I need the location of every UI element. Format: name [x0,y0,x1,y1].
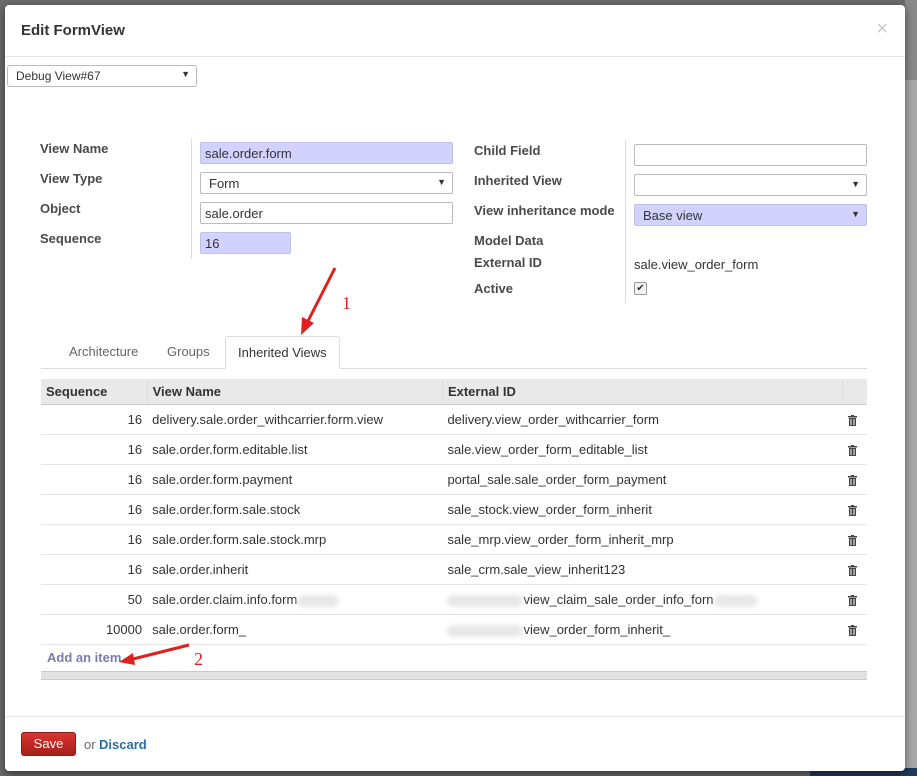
annotation-arrow-1 [305,267,337,324]
backdrop-strip-lower [905,80,917,776]
annotation-arrows [119,267,337,665]
edit-formview-dialog: Edit FormView × Debug View#67 ▼ View Nam… [5,5,905,771]
or-text: or [84,737,96,752]
dialog-footer: Save or Discard [5,716,905,771]
annotation-arrow-2 [132,643,190,661]
annotation-label-2: 2 [194,649,203,669]
annotation-label-1: 1 [342,293,351,313]
save-button[interactable]: Save [21,732,76,756]
discard-link[interactable]: Discard [99,737,147,752]
annotation-arrowhead-2 [119,653,135,665]
